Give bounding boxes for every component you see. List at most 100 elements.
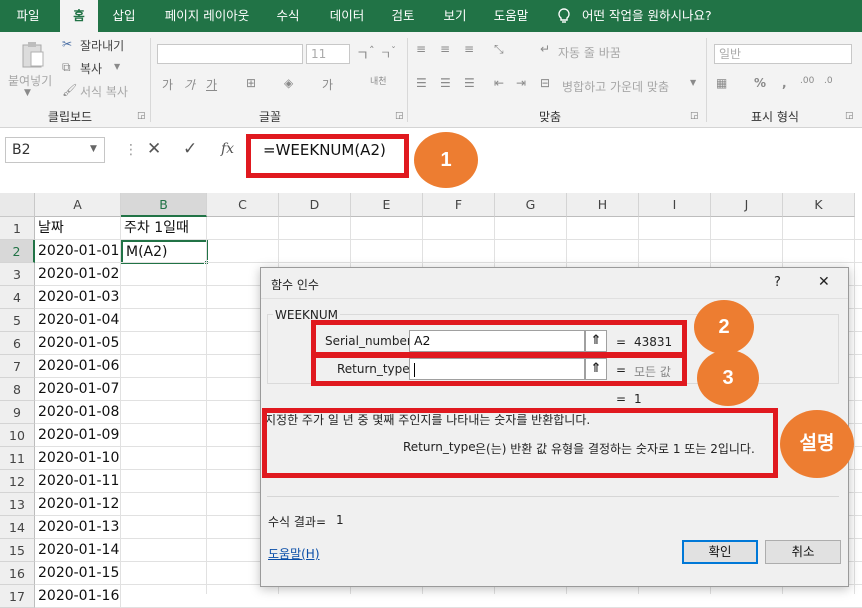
row-header-16[interactable]: 16 bbox=[0, 562, 35, 585]
row-header-12[interactable]: 12 bbox=[0, 470, 35, 493]
number-launcher-icon[interactable]: ◲ bbox=[845, 111, 854, 121]
column-header-d[interactable]: D bbox=[279, 193, 351, 217]
percent-icon[interactable]: % bbox=[754, 76, 766, 90]
row-header-10[interactable]: 10 bbox=[0, 424, 35, 447]
cell-a3[interactable]: 2020-01-02 bbox=[35, 263, 121, 286]
cell-a13[interactable]: 2020-01-12 bbox=[35, 493, 121, 516]
alignment-launcher-icon[interactable]: ◲ bbox=[690, 111, 699, 121]
cell-a2[interactable]: 2020-01-01 bbox=[35, 240, 121, 263]
cell-a14[interactable]: 2020-01-13 bbox=[35, 516, 121, 539]
ok-button[interactable]: 확인 bbox=[682, 540, 758, 564]
insert-function-button[interactable]: fx bbox=[221, 141, 234, 157]
clipboard-launcher-icon[interactable]: ◲ bbox=[137, 111, 146, 121]
cell-a6[interactable]: 2020-01-05 bbox=[35, 332, 121, 355]
row-header-14[interactable]: 14 bbox=[0, 516, 35, 539]
border-icon[interactable]: ⊞ bbox=[246, 76, 256, 90]
merge-dropdown-icon[interactable]: ▼ bbox=[690, 78, 696, 87]
cell-a1[interactable]: 날짜 bbox=[35, 217, 121, 240]
cell-a4[interactable]: 2020-01-03 bbox=[35, 286, 121, 309]
row-header-11[interactable]: 11 bbox=[0, 447, 35, 470]
drag-handle-icon[interactable]: ⋮ bbox=[124, 142, 138, 158]
cell-a12[interactable]: 2020-01-11 bbox=[35, 470, 121, 493]
increase-decimal-icon[interactable]: .00 bbox=[800, 76, 814, 86]
cancel-button[interactable]: 취소 bbox=[765, 540, 841, 564]
comma-icon[interactable]: , bbox=[782, 76, 787, 90]
decrease-font-icon[interactable]: ㄱˇ bbox=[380, 46, 396, 63]
decrease-decimal-icon[interactable]: .0 bbox=[824, 76, 833, 86]
tab-review[interactable]: 검토 bbox=[384, 0, 422, 32]
accounting-icon[interactable]: ▦ bbox=[716, 76, 727, 90]
row-header-8[interactable]: 8 bbox=[0, 378, 35, 401]
cell-a5[interactable]: 2020-01-04 bbox=[35, 309, 121, 332]
column-header-c[interactable]: C bbox=[207, 193, 279, 217]
font-name-dropdown[interactable] bbox=[157, 44, 303, 64]
align-left-icon[interactable]: ☰ bbox=[416, 76, 427, 90]
cell-a10[interactable]: 2020-01-09 bbox=[35, 424, 121, 447]
bold-icon[interactable]: 가 bbox=[162, 76, 173, 93]
row-header-6[interactable]: 6 bbox=[0, 332, 35, 355]
cell-a16[interactable]: 2020-01-15 bbox=[35, 562, 121, 585]
cell-b2-active[interactable]: M(A2) bbox=[121, 240, 208, 264]
outdent-icon[interactable]: ⇥ bbox=[516, 76, 526, 90]
cell-a15[interactable]: 2020-01-14 bbox=[35, 539, 121, 562]
cell-a9[interactable]: 2020-01-08 bbox=[35, 401, 121, 424]
name-box-dropdown-icon[interactable]: ▼ bbox=[90, 144, 97, 154]
column-header-a[interactable]: A bbox=[35, 193, 121, 217]
cancel-icon[interactable]: ✕ bbox=[147, 139, 161, 159]
row-header-9[interactable]: 9 bbox=[0, 401, 35, 424]
orientation-icon[interactable]: ⤡ bbox=[494, 42, 504, 57]
column-header-i[interactable]: I bbox=[639, 193, 711, 217]
cut-button[interactable]: 잘라내기 bbox=[80, 37, 124, 54]
cell-a7[interactable]: 2020-01-06 bbox=[35, 355, 121, 378]
paste-icon[interactable] bbox=[18, 40, 48, 70]
cell-a17[interactable]: 2020-01-16 bbox=[35, 585, 121, 608]
underline-icon[interactable]: 가 bbox=[206, 76, 217, 93]
tab-formulas[interactable]: 수식 bbox=[268, 0, 308, 32]
row-header-1[interactable]: 1 bbox=[0, 217, 35, 240]
cell-a8[interactable]: 2020-01-07 bbox=[35, 378, 121, 401]
align-right-icon[interactable]: ☰ bbox=[464, 76, 475, 90]
italic-icon[interactable]: 가 bbox=[184, 76, 195, 93]
row-header-5[interactable]: 5 bbox=[0, 309, 35, 332]
cell-b1[interactable]: 주차 1일때 bbox=[121, 217, 207, 240]
row-header-2[interactable]: 2 bbox=[0, 240, 35, 263]
align-top-icon[interactable]: ≡ bbox=[416, 42, 426, 56]
merge-center-button[interactable]: 병합하고 가운데 맞춤 bbox=[562, 78, 669, 95]
tab-data[interactable]: 데이터 bbox=[322, 0, 372, 32]
column-header-h[interactable]: H bbox=[567, 193, 639, 217]
align-center-icon[interactable]: ☰ bbox=[440, 76, 451, 90]
tab-help[interactable]: 도움말 bbox=[486, 0, 536, 32]
column-header-b[interactable]: B bbox=[121, 193, 207, 217]
column-header-e[interactable]: E bbox=[351, 193, 423, 217]
cell-a11[interactable]: 2020-01-10 bbox=[35, 447, 121, 470]
column-header-g[interactable]: G bbox=[495, 193, 567, 217]
tab-page-layout[interactable]: 페이지 레이아웃 bbox=[152, 0, 262, 32]
tab-home[interactable]: 홈 bbox=[60, 0, 98, 32]
row-header-7[interactable]: 7 bbox=[0, 355, 35, 378]
increase-font-icon[interactable]: ㄱˆ bbox=[356, 44, 375, 66]
tab-file[interactable]: 파일 bbox=[6, 0, 50, 32]
indent-icon[interactable]: ⇤ bbox=[494, 76, 504, 90]
paste-button[interactable]: 붙여넣기 bbox=[8, 72, 52, 89]
dialog-help-button[interactable]: ? bbox=[774, 275, 781, 290]
phonetic-icon[interactable]: 내천 bbox=[370, 74, 387, 87]
chevron-down-icon[interactable]: ▼ bbox=[24, 88, 31, 98]
select-all-corner[interactable] bbox=[0, 193, 35, 217]
column-header-f[interactable]: F bbox=[423, 193, 495, 217]
copy-dropdown-icon[interactable]: ▼ bbox=[114, 62, 120, 71]
fill-color-icon[interactable]: ◈ bbox=[284, 76, 293, 90]
enter-icon[interactable]: ✓ bbox=[183, 139, 197, 159]
font-size-dropdown[interactable]: 11 bbox=[306, 44, 350, 64]
tell-me-search[interactable]: 어떤 작업을 원하시나요? bbox=[582, 0, 722, 32]
column-header-j[interactable]: J bbox=[711, 193, 783, 217]
column-header-k[interactable]: K bbox=[783, 193, 855, 217]
align-bottom-icon[interactable]: ≡ bbox=[464, 42, 474, 56]
wrap-text-button[interactable]: 자동 줄 바꿈 bbox=[558, 44, 621, 61]
tab-view[interactable]: 보기 bbox=[436, 0, 474, 32]
dialog-close-button[interactable]: ✕ bbox=[818, 274, 830, 290]
format-painter-button[interactable]: 서식 복사 bbox=[80, 83, 128, 100]
row-header-13[interactable]: 13 bbox=[0, 493, 35, 516]
help-link[interactable]: 도움말(H) bbox=[268, 545, 320, 562]
row-header-3[interactable]: 3 bbox=[0, 263, 35, 286]
row-header-17[interactable]: 17 bbox=[0, 585, 35, 608]
